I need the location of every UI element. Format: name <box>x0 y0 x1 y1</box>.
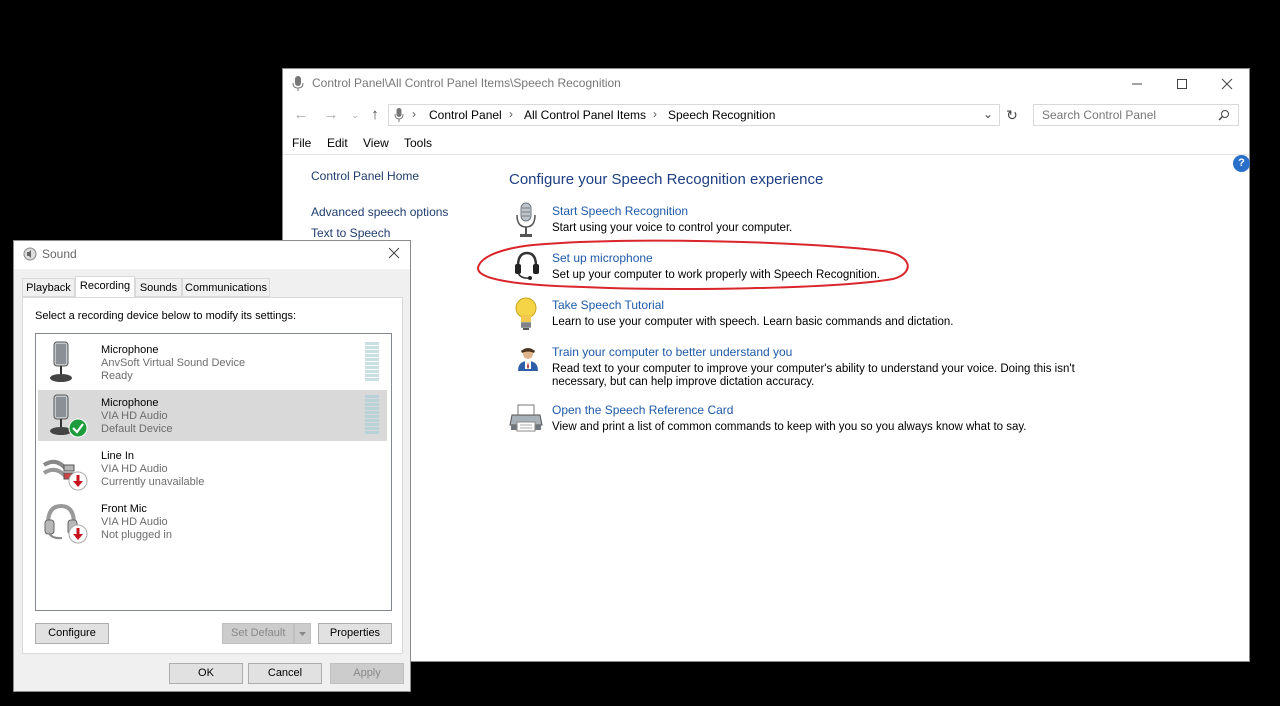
breadcrumb-separator: › <box>509 107 513 121</box>
device-status: Currently unavailable <box>101 476 205 488</box>
search-input[interactable]: Search Control Panel <box>1033 104 1239 126</box>
address-bar[interactable]: › Control Panel › All Control Panel Item… <box>388 104 1000 126</box>
properties-button[interactable]: Properties <box>318 623 392 644</box>
menu-tools[interactable]: Tools <box>404 136 432 150</box>
sidebar-control-panel-home[interactable]: Control Panel Home <box>311 169 419 183</box>
menu-edit[interactable]: Edit <box>327 136 348 150</box>
dialog-title-bar: Sound <box>14 241 410 269</box>
tab-sounds[interactable]: Sounds <box>135 278 182 297</box>
ok-button[interactable]: OK <box>169 663 243 684</box>
device-name: Microphone <box>101 397 159 409</box>
list-item-device[interactable]: Line In VIA HD Audio Currently unavailab… <box>38 443 387 494</box>
speaker-icon <box>23 247 37 264</box>
device-name: Front Mic <box>101 503 147 515</box>
speech-app-icon <box>292 76 304 95</box>
page-title: Configure your Speech Recognition experi… <box>509 171 824 188</box>
sound-dialog: Sound Playback Recording Sounds Communic… <box>13 240 411 692</box>
control-panel-window: Control Panel\All Control Panel Items\Sp… <box>282 68 1250 662</box>
up-arrow-icon: ↑ <box>371 106 379 123</box>
list-item-device[interactable]: Front Mic VIA HD Audio Not plugged in <box>38 496 387 547</box>
unavailable-arrow-icon <box>68 471 88 494</box>
level-meter <box>365 342 379 381</box>
dialog-title: Sound <box>42 247 77 261</box>
microphone-icon <box>513 202 539 241</box>
search-placeholder: Search Control Panel <box>1042 108 1157 122</box>
breadcrumb-separator: › <box>412 107 416 121</box>
task-description: Start using your voice to control your c… <box>552 222 793 234</box>
task-description: Learn to use your computer with speech. … <box>552 316 954 328</box>
tab-communications[interactable]: Communications <box>182 278 270 297</box>
menu-file[interactable]: File <box>292 136 311 150</box>
task-start-speech-recognition[interactable]: Start Speech Recognition <box>552 204 688 218</box>
task-open-speech-reference-card[interactable]: Open the Speech Reference Card <box>552 403 733 417</box>
list-item-device[interactable]: Microphone AnvSoft Virtual Sound Device … <box>38 337 387 388</box>
red-annotation-circle <box>477 239 909 290</box>
menu-view[interactable]: View <box>363 136 389 150</box>
lightbulb-icon <box>513 296 539 335</box>
device-driver: VIA HD Audio <box>101 463 168 475</box>
recording-panel: Select a recording device below to modif… <box>22 297 403 654</box>
printer-icon <box>509 403 543 436</box>
set-default-dropdown[interactable] <box>294 623 311 644</box>
refresh-button[interactable]: ↻ <box>1000 103 1024 127</box>
breadcrumb-separator: › <box>653 107 657 121</box>
address-dropdown-icon[interactable]: ⌄ <box>983 107 993 121</box>
configure-button[interactable]: Configure <box>35 623 109 644</box>
minimize-icon <box>1131 83 1142 85</box>
task-description: Read text to your computer to improve yo… <box>552 363 1075 388</box>
breadcrumb-all-items[interactable]: All Control Panel Items <box>524 108 646 122</box>
dialog-close-button[interactable] <box>388 247 400 262</box>
instruction-text: Select a recording device below to modif… <box>35 310 297 322</box>
level-meter <box>365 395 379 434</box>
list-item-device-selected[interactable]: Microphone VIA HD Audio Default Device <box>38 390 387 441</box>
tab-playback[interactable]: Playback <box>22 278 75 297</box>
device-list[interactable]: Microphone AnvSoft Virtual Sound Device … <box>35 333 392 611</box>
set-default-button[interactable]: Set Default <box>222 623 294 644</box>
back-button[interactable]: ← <box>289 103 313 127</box>
apply-button[interactable]: Apply <box>330 663 404 684</box>
device-name: Microphone <box>101 344 159 356</box>
title-bar: Control Panel\All Control Panel Items\Sp… <box>283 69 1249 99</box>
tab-recording[interactable]: Recording <box>75 276 135 298</box>
chevron-down-icon <box>299 632 306 636</box>
close-icon <box>1221 78 1232 90</box>
device-status: Default Device <box>101 423 173 435</box>
refresh-icon: ↻ <box>1006 107 1018 123</box>
up-button[interactable]: ↑ <box>363 103 387 127</box>
breadcrumb-speech-recognition[interactable]: Speech Recognition <box>668 108 775 122</box>
menu-bar: File Edit View Tools <box>283 132 1249 155</box>
search-icon[interactable] <box>1218 109 1230 124</box>
window-title: Control Panel\All Control Panel Items\Sp… <box>312 76 621 90</box>
task-description: View and print a list of common commands… <box>552 421 1027 433</box>
device-driver: VIA HD Audio <box>101 516 168 528</box>
forward-button[interactable]: → <box>319 103 343 127</box>
device-driver: VIA HD Audio <box>101 410 168 422</box>
sidebar-text-to-speech[interactable]: Text to Speech <box>311 226 390 240</box>
task-take-speech-tutorial[interactable]: Take Speech Tutorial <box>552 298 664 312</box>
device-name: Line In <box>101 450 135 462</box>
forward-arrow-icon: → <box>323 106 339 123</box>
device-driver: AnvSoft Virtual Sound Device <box>101 357 246 369</box>
maximize-button[interactable] <box>1159 69 1204 99</box>
device-status: Ready <box>101 370 133 382</box>
breadcrumb-control-panel[interactable]: Control Panel <box>429 108 502 122</box>
device-status: Not plugged in <box>101 529 172 541</box>
speech-location-icon <box>394 108 404 125</box>
minimize-button[interactable] <box>1114 69 1159 99</box>
close-icon <box>388 247 400 259</box>
close-button[interactable] <box>1204 69 1249 99</box>
task-train-computer[interactable]: Train your computer to better understand… <box>552 345 792 359</box>
default-check-icon <box>68 418 88 441</box>
user-icon <box>516 347 540 378</box>
back-arrow-icon: ← <box>293 106 309 123</box>
navigation-bar: ← → ⌄ ↑ › Control Panel › All Control Pa… <box>283 100 1249 130</box>
microphone-device-icon <box>47 340 77 387</box>
help-icon[interactable]: ? <box>1233 155 1250 172</box>
chevron-down-icon: ⌄ <box>351 110 359 120</box>
unavailable-arrow-icon <box>68 524 88 547</box>
cancel-button[interactable]: Cancel <box>248 663 322 684</box>
sidebar-advanced-speech-options[interactable]: Advanced speech options <box>311 205 448 219</box>
maximize-icon <box>1176 79 1187 89</box>
